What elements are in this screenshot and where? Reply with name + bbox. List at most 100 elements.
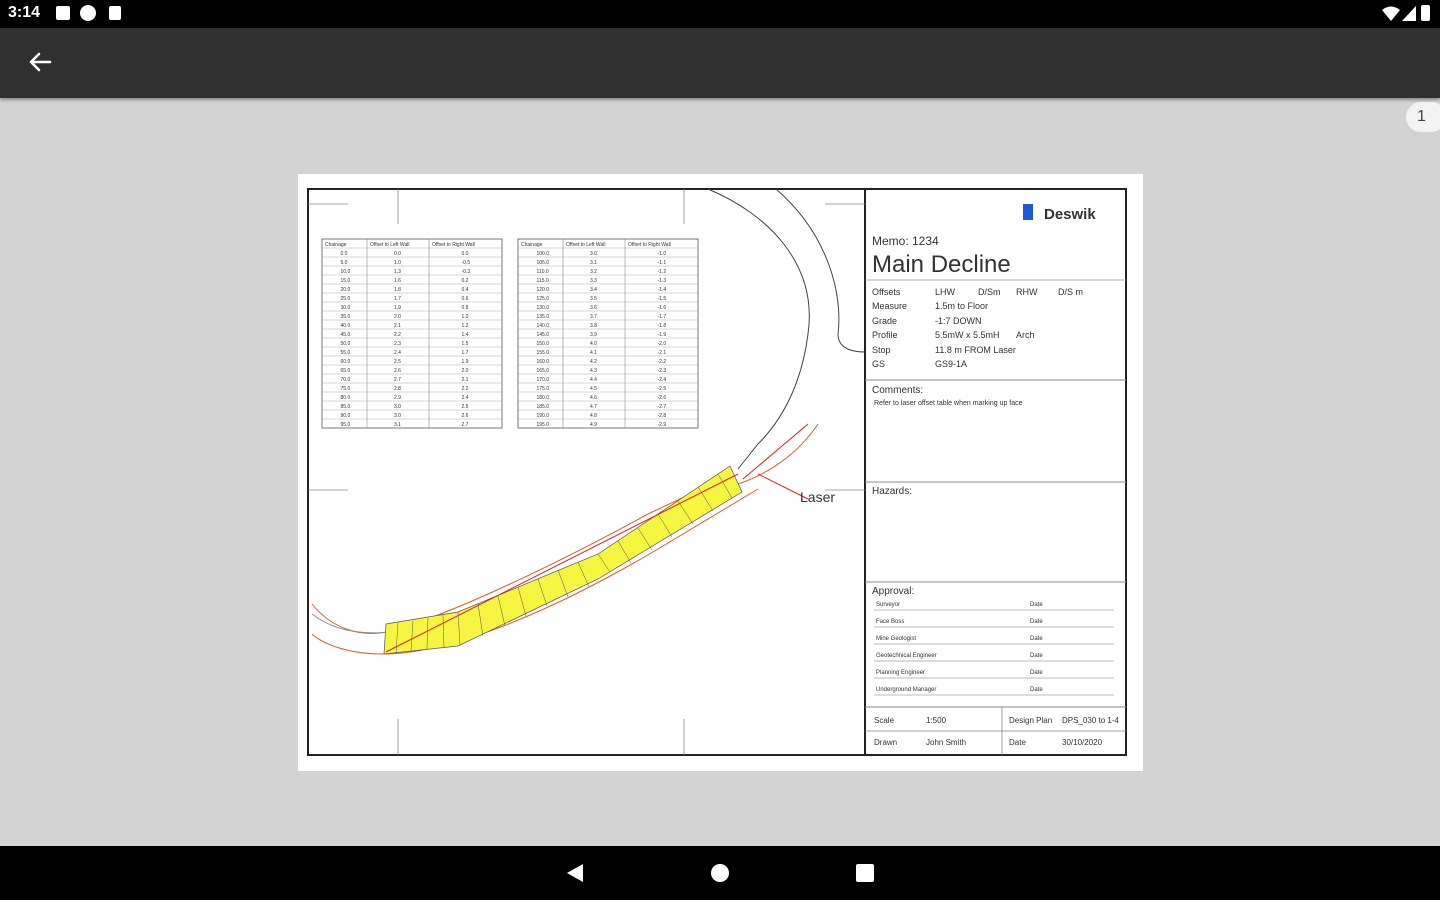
table-cell: 0.4	[462, 287, 469, 293]
spec-rows: Offsets LHW D/Sm RHW D/S m Measure 1.5m …	[872, 287, 1083, 369]
table-cell: 0.0	[341, 251, 348, 257]
table-cell: 4.7	[590, 404, 597, 410]
table-cell: -0.3	[462, 269, 471, 275]
table-cell: 30.0	[341, 305, 351, 311]
drawing-page: Laser Chainage Offset to Left Wall Offset …	[298, 174, 1143, 771]
table-cell: 100.0	[537, 251, 550, 257]
table-header: Offset to Left Wall	[566, 242, 605, 248]
table-cell: 135.0	[537, 314, 550, 320]
table-cell: 3.2	[590, 269, 597, 275]
table-cell: 165.0	[537, 368, 550, 374]
nav-back-icon[interactable]	[565, 863, 585, 883]
memo-text: Memo: 1234	[872, 234, 939, 248]
svg-text:D/Sm: D/Sm	[978, 287, 1001, 297]
table-cell: 3.9	[590, 332, 597, 338]
laser-label: Laser	[800, 489, 835, 505]
table-cell: 40.0	[341, 323, 351, 329]
battery-icon	[1421, 5, 1430, 21]
status-time: 3:14	[8, 4, 41, 21]
table-cell: -1.9	[658, 332, 667, 338]
drawn-label: Drawn	[874, 738, 897, 747]
table-cell: -1.1	[658, 260, 667, 266]
approver-role: Face Boss	[876, 619, 904, 625]
signal-icon	[1402, 6, 1416, 21]
table-cell: 160.0	[537, 359, 550, 365]
table-cell: -2.8	[658, 413, 667, 419]
table-cell: 130.0	[537, 305, 550, 311]
table-cell: 4.3	[590, 368, 597, 374]
table-cell: -2.5	[658, 386, 667, 392]
svg-text:-1:7 DOWN: -1:7 DOWN	[935, 316, 982, 326]
table-header: Offset to Right Wall	[432, 242, 475, 248]
table-cell: 180.0	[537, 395, 550, 401]
table-cell: 65.0	[341, 368, 351, 374]
plan-drawing: Laser Chainage Offset to Left Wall Offset …	[307, 188, 1127, 756]
approver-role: Geotechnical Engineer	[876, 653, 937, 659]
table-cell: -1.3	[658, 278, 667, 284]
table-cell: 2.0	[394, 314, 401, 320]
approver-date-label: Date	[1030, 653, 1043, 659]
table-cell: 0.8	[462, 305, 469, 311]
nav-recents-icon[interactable]	[855, 863, 875, 883]
table-cell: 50.0	[341, 341, 351, 347]
table-cell: 80.0	[341, 395, 351, 401]
approver-date-label: Date	[1030, 602, 1043, 608]
table-cell: 150.0	[537, 341, 550, 347]
table-cell: 0.0	[394, 251, 401, 257]
table-cell: 2.5	[394, 359, 401, 365]
table-cell: 1.4	[462, 332, 469, 338]
date-label: Date	[1009, 738, 1026, 747]
approver-date-label: Date	[1030, 670, 1043, 676]
date-value: 30/10/2020	[1062, 738, 1103, 747]
table-cell: 145.0	[537, 332, 550, 338]
approver-date-label: Date	[1030, 619, 1043, 625]
table-cell: 45.0	[341, 332, 351, 338]
table-cell: 15.0	[341, 278, 351, 284]
svg-text:GS: GS	[872, 359, 885, 369]
page-number: 1	[1417, 108, 1426, 125]
table-cell: -2.3	[658, 368, 667, 374]
app-bar	[0, 28, 1440, 98]
table-cell: -1.6	[658, 305, 667, 311]
svg-text:D/S m: D/S m	[1058, 287, 1083, 297]
table-cell: 2.4	[394, 350, 401, 356]
table-cell: 155.0	[537, 350, 550, 356]
svg-text:GS9-1A: GS9-1A	[935, 359, 967, 369]
svg-text:LHW: LHW	[935, 287, 956, 297]
table-cell: 3.7	[590, 314, 597, 320]
table-cell: 2.6	[394, 368, 401, 374]
table-cell: 2.4	[462, 395, 469, 401]
nav-home-icon[interactable]	[710, 863, 730, 883]
comments-label: Comments:	[872, 385, 923, 396]
table-cell: 175.0	[537, 386, 550, 392]
svg-text:Stop: Stop	[872, 345, 891, 355]
table-cell: 2.2	[394, 332, 401, 338]
grid-ticks	[308, 189, 865, 755]
table-cell: 1.0	[462, 314, 469, 320]
table-cell: -1.7	[658, 314, 667, 320]
logo-text: Deswik	[1044, 206, 1096, 223]
approver-date-label: Date	[1030, 636, 1043, 642]
sd-card-icon	[109, 6, 121, 20]
table-cell: -0.5	[462, 260, 471, 266]
table-cell: 1.2	[462, 323, 469, 329]
approval-label: Approval:	[872, 586, 914, 597]
design-plan-value: DPS_030 to 1-4	[1062, 716, 1119, 725]
table-cell: 125.0	[537, 296, 550, 302]
table-header: Offset to Right Wall	[628, 242, 671, 248]
design-plan-label: Design Plan	[1009, 716, 1052, 725]
laser-line	[385, 473, 739, 653]
table-cell: 5.0	[341, 260, 348, 266]
table-cell: 3.1	[394, 422, 401, 428]
svg-text:Offsets: Offsets	[872, 287, 901, 297]
table-cell: -1.5	[658, 296, 667, 302]
drawn-value: John Smith	[926, 738, 966, 747]
table-cell: 85.0	[341, 404, 351, 410]
table-cell: 70.0	[341, 377, 351, 383]
table-cell: 2.3	[394, 341, 401, 347]
table-cell: 2.7	[462, 422, 469, 428]
arrow-left-icon[interactable]	[26, 48, 54, 76]
svg-text:1.5m to Floor: 1.5m to Floor	[935, 301, 988, 311]
wifi-icon	[1382, 6, 1400, 21]
table-cell: 20.0	[341, 287, 351, 293]
